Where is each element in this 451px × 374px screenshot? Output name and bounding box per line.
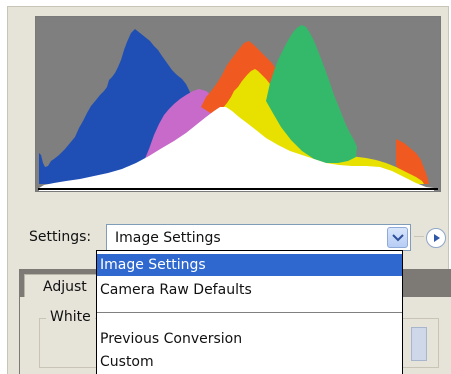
settings-row: Settings: Image Settings bbox=[26, 224, 451, 252]
settings-label: Settings: bbox=[29, 229, 92, 245]
settings-dropdown-list: Image Settings Camera Raw Defaults Previ… bbox=[96, 250, 403, 374]
white-balance-dropdown-edge[interactable] bbox=[411, 327, 427, 361]
chevron-down-icon-glyph bbox=[392, 234, 404, 242]
dropdown-option-image-settings[interactable]: Image Settings bbox=[97, 254, 402, 276]
flyout-menu-glyph bbox=[434, 234, 440, 242]
white-balance-label: White bbox=[46, 309, 95, 325]
settings-select[interactable]: Image Settings bbox=[106, 224, 411, 251]
tab-adjust[interactable]: Adjust bbox=[24, 274, 104, 298]
dropdown-separator bbox=[97, 312, 402, 313]
dropdown-option-camera-raw-defaults[interactable]: Camera Raw Defaults bbox=[97, 279, 402, 301]
histogram-graph bbox=[36, 17, 440, 191]
settings-separator bbox=[414, 236, 424, 237]
tab-adjust-label: Adjust bbox=[43, 279, 87, 295]
chevron-down-icon[interactable] bbox=[387, 227, 408, 248]
settings-select-value: Image Settings bbox=[115, 230, 221, 246]
flyout-menu-icon[interactable] bbox=[426, 228, 446, 248]
dropdown-option-custom[interactable]: Custom bbox=[97, 351, 402, 373]
dropdown-option-previous-conversion[interactable]: Previous Conversion bbox=[97, 328, 402, 350]
histogram bbox=[35, 16, 441, 192]
camera-raw-panel: Settings: Image Settings Adjust White Im… bbox=[0, 0, 451, 374]
